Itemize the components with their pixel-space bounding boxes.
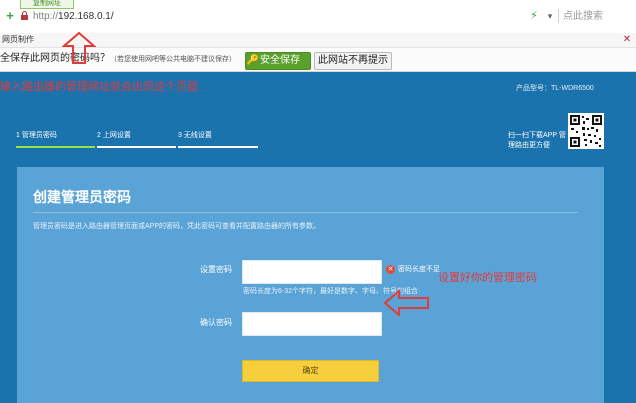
- password-input[interactable]: [242, 260, 382, 284]
- url-field[interactable]: http://192.168.0.1/: [33, 10, 114, 24]
- step-2[interactable]: 2 上网设置: [97, 131, 131, 141]
- lock-icon: [21, 11, 28, 20]
- left-arrow-annotation: [384, 290, 429, 316]
- safe-save-label: 安全保存: [260, 55, 300, 66]
- error-icon: ✕: [386, 265, 395, 274]
- url-host: 192.168.0.1/: [58, 11, 114, 22]
- url-scheme: http://: [33, 11, 59, 22]
- annotation-right: 设置好你的管理密码: [438, 272, 537, 284]
- step-1[interactable]: 1 管理员密码: [16, 131, 57, 141]
- confirm-password-label: 确认密码: [200, 318, 232, 327]
- app-download-text: 扫一扫下载APP 管理路由更方便: [508, 132, 566, 149]
- qr-code-icon: [568, 113, 604, 149]
- never-remind-button[interactable]: 此网站不再提示: [314, 52, 392, 70]
- safe-save-button[interactable]: 🔑安全保存: [245, 52, 311, 70]
- password-error: 密码长度不足: [398, 266, 440, 273]
- key-icon: 🔑: [246, 55, 260, 66]
- search-divider: [558, 9, 559, 23]
- copy-url-chip[interactable]: 复制网址: [20, 0, 74, 9]
- lightning-icon[interactable]: ⚡: [529, 10, 539, 22]
- step-3-bar: [178, 146, 258, 148]
- annotation-top: 输入路由器的管理网址就会出现这个页面: [0, 81, 198, 93]
- search-input[interactable]: 点此搜索: [563, 9, 633, 25]
- save-password-note: （若您使用网吧等公共电脑不建议保存）: [110, 56, 236, 63]
- password-label: 设置密码: [200, 265, 232, 274]
- step-1-bar: [16, 146, 95, 148]
- bookmark-item[interactable]: 网页制作: [2, 34, 34, 46]
- add-icon[interactable]: +: [4, 9, 16, 22]
- panel-description: 管理员密码是进入路由器管理页面或APP的密码，凭此密码可查看并配置路由器的所有参…: [33, 223, 321, 230]
- close-x-icon[interactable]: ✕: [621, 34, 633, 46]
- up-arrow-annotation: [62, 32, 96, 64]
- confirm-button[interactable]: 确定: [242, 360, 379, 382]
- confirm-password-input[interactable]: [242, 312, 382, 336]
- chevron-down-icon[interactable]: ▾: [545, 11, 555, 21]
- page-title: 创建管理员密码: [33, 189, 131, 205]
- title-divider: [33, 212, 578, 213]
- step-3[interactable]: 3 无线设置: [178, 131, 212, 141]
- product-model: 产品型号：TL-WDR6500: [516, 85, 594, 92]
- step-2-bar: [97, 146, 176, 148]
